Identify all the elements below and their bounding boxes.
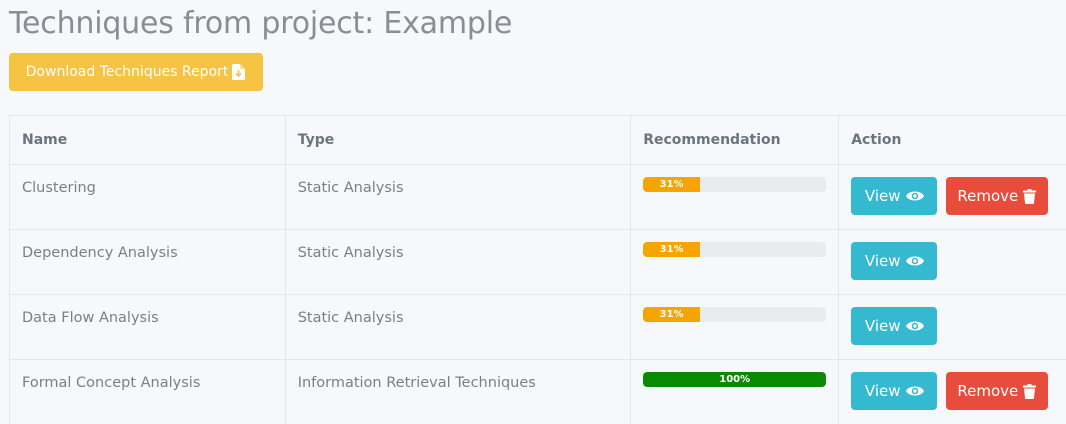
recommendation-cell: 31% xyxy=(630,294,840,360)
table-row: Clustering Static Analysis 31% View Remo… xyxy=(9,164,1066,230)
header-action: Action xyxy=(838,115,1066,165)
action-cell: View xyxy=(838,294,1066,360)
trash-icon xyxy=(1023,188,1037,204)
recommendation-progress-bar: 100% xyxy=(643,372,827,387)
recommendation-progress-bar: 31% xyxy=(643,307,827,322)
recommendation-progress-bar: 31% xyxy=(643,242,827,257)
action-cell: View xyxy=(838,229,1066,295)
view-button-label: View xyxy=(864,317,901,335)
table-row: Data Flow Analysis Static Analysis 31% V… xyxy=(9,294,1066,360)
table-row: Dependency Analysis Static Analysis 31% … xyxy=(9,229,1066,295)
eye-icon xyxy=(905,255,924,267)
recommendation-cell: 100% xyxy=(630,359,840,424)
download-techniques-report-button[interactable]: Download Techniques Report xyxy=(9,53,263,91)
page-title: Techniques from project: Example xyxy=(9,6,513,41)
view-button[interactable]: View xyxy=(851,372,938,410)
technique-type: Static Analysis xyxy=(284,164,632,230)
header-name[interactable]: Name xyxy=(9,115,286,165)
remove-button[interactable]: Remove xyxy=(945,372,1048,410)
eye-icon xyxy=(905,190,924,202)
technique-type: Static Analysis xyxy=(284,229,632,295)
table-header-row: Name Type Recommendation Action xyxy=(9,115,1066,165)
recommendation-progress-bar: 31% xyxy=(643,177,827,192)
technique-type: Information Retrieval Techniques xyxy=(284,359,632,424)
table-row: Formal Concept Analysis Information Retr… xyxy=(9,359,1066,424)
view-button[interactable]: View xyxy=(851,177,938,215)
eye-icon xyxy=(905,320,924,332)
recommendation-cell: 31% xyxy=(630,164,840,230)
eye-icon xyxy=(905,385,924,397)
header-recommendation[interactable]: Recommendation xyxy=(630,115,840,165)
recommendation-progress-fill: 100% xyxy=(643,372,827,387)
recommendation-progress-fill: 31% xyxy=(643,177,700,192)
download-button-label: Download Techniques Report xyxy=(25,64,229,80)
technique-name: Formal Concept Analysis xyxy=(9,359,286,424)
technique-name: Dependency Analysis xyxy=(9,229,286,295)
file-download-icon xyxy=(232,64,246,80)
action-cell: View Remove xyxy=(838,359,1066,424)
action-cell: View Remove xyxy=(838,164,1066,230)
header-type[interactable]: Type xyxy=(284,115,632,165)
recommendation-progress-fill: 31% xyxy=(643,307,700,322)
view-button[interactable]: View xyxy=(851,307,938,345)
remove-button-label: Remove xyxy=(957,382,1019,400)
technique-name: Data Flow Analysis xyxy=(9,294,286,360)
view-button-label: View xyxy=(864,187,901,205)
trash-icon xyxy=(1023,383,1037,399)
view-button[interactable]: View xyxy=(851,242,938,280)
view-button-label: View xyxy=(864,382,901,400)
technique-type: Static Analysis xyxy=(284,294,632,360)
recommendation-cell: 31% xyxy=(630,229,840,295)
technique-name: Clustering xyxy=(9,164,286,230)
view-button-label: View xyxy=(864,252,901,270)
recommendation-progress-fill: 31% xyxy=(643,242,700,257)
remove-button[interactable]: Remove xyxy=(945,177,1048,215)
techniques-table: Name Type Recommendation Action Clusteri… xyxy=(9,115,1066,424)
remove-button-label: Remove xyxy=(957,187,1019,205)
